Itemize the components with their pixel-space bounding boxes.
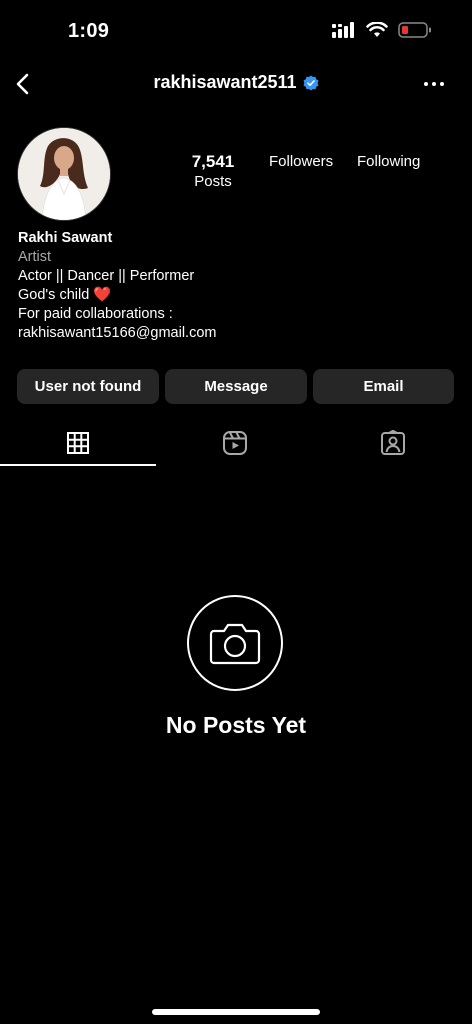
tagged-icon [381, 430, 405, 455]
active-tab-indicator [0, 464, 156, 466]
profile-header: rakhisawant2511 [0, 72, 472, 93]
posts-stat[interactable]: 7,541 Posts [182, 152, 244, 192]
user-not-found-button[interactable]: User not found [17, 369, 159, 404]
avatar-image [18, 128, 110, 220]
reels-icon [223, 431, 247, 455]
bio-line-with-emoji: God's child ❤️ [18, 286, 216, 305]
empty-state-camera [187, 595, 283, 691]
posts-label: Posts [194, 173, 232, 190]
status-icons [332, 22, 432, 38]
bio-text: God's child [18, 287, 90, 303]
red-heart-emoji: ❤️ [93, 287, 112, 303]
verified-badge-icon [303, 75, 319, 90]
following-stat[interactable]: Following [357, 152, 420, 172]
bio-email-link[interactable]: rakhisawant15166@gmail.com [18, 324, 216, 343]
home-indicator[interactable] [152, 1009, 320, 1015]
tab-grid[interactable] [0, 420, 156, 466]
bio-line: For paid collaborations : [18, 306, 173, 322]
followers-stat[interactable]: Followers [269, 152, 333, 172]
profile-name: Rakhi Sawant [18, 230, 113, 246]
bio: Rakhi Sawant Artist Actor || Dancer || P… [18, 229, 216, 343]
avatar[interactable] [17, 127, 111, 221]
more-options-icon[interactable] [420, 74, 448, 94]
empty-state-title: No Posts Yet [165, 712, 307, 738]
tab-tagged[interactable] [315, 420, 471, 466]
cellular-signal-icon [332, 22, 354, 38]
wifi-icon [366, 22, 388, 37]
bio-line: Actor || Dancer || Performer [18, 268, 195, 284]
grid-icon [67, 432, 89, 454]
profile-category: Artist [18, 249, 52, 265]
posts-count: 7,541 [191, 152, 235, 171]
tab-reels[interactable] [157, 420, 313, 466]
status-time: 1:09 [68, 20, 110, 42]
message-button[interactable]: Message [165, 369, 307, 404]
email-button[interactable]: Email [313, 369, 454, 404]
username: rakhisawant2511 [153, 72, 297, 92]
camera-icon [209, 623, 261, 665]
battery-low-icon [398, 22, 431, 38]
